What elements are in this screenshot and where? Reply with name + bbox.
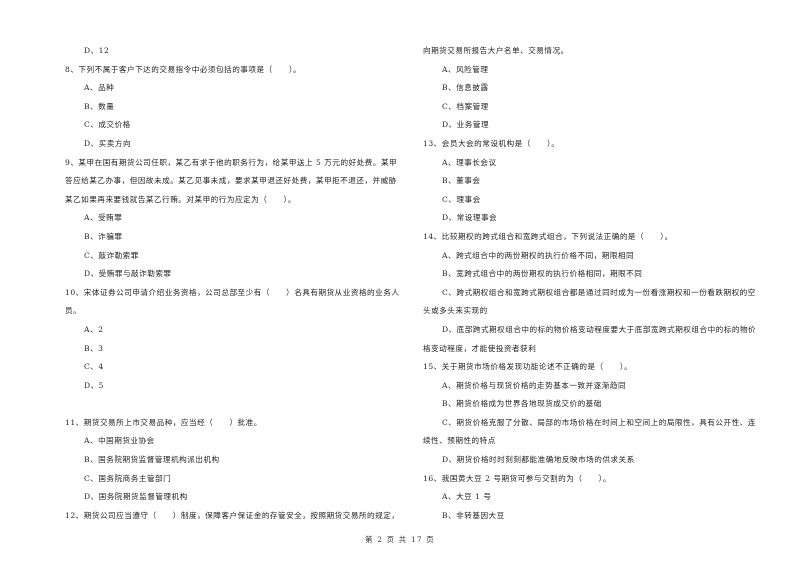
right-column: 向期货交易所报告大户名单、交易情况。 A、风险管理 B、信息披露 C、档案管理 D、业务… — [423, 42, 778, 525]
answer-option: B、3 — [84, 343, 104, 353]
answer-option: A、大豆 1 号 — [442, 492, 492, 502]
answer-option: D、期货价格时时刻刻都能准确地反映市场的供求关系 — [442, 455, 635, 465]
answer-option: B、国务院期货监督管理机构派出机构 — [84, 455, 220, 465]
page-number-footer: 第 2 页 共 17 页 — [365, 535, 435, 544]
answer-option: B、非转基因大豆 — [442, 510, 505, 520]
answer-option: C、敲诈勒索罪 — [84, 250, 139, 260]
answer-option: C、期货价格克服了分散、局部的市场价格在时间上和空间上的局限性，具有公开性、连 — [442, 417, 756, 427]
question-text: 13、会员大会的常设机构是（ ）。 — [423, 138, 560, 148]
answer-option: B、信息披露 — [442, 83, 489, 93]
question-text: 头或多头来实现的 — [423, 306, 488, 316]
question-text: 9、某甲在国有期货公司任职，某乙有求于他的职务行为，给某甲送上 5 万元的好处费… — [65, 157, 398, 167]
question-text: 续性、预期性的特点 — [423, 436, 496, 446]
answer-option: B、诈骗罪 — [84, 231, 123, 241]
answer-option: D、国务院期货监督管理机构 — [84, 492, 188, 502]
answer-option: A、风险管理 — [442, 64, 489, 74]
question-text: 15、关于期货市场价格发现功能论述不正确的是（ ）。 — [423, 362, 633, 372]
answer-option: A、2 — [84, 324, 104, 334]
answer-option: B、董事会 — [442, 176, 481, 186]
answer-option: C、跨式期权组合和宽跨式期权组合都是通过同时成为一份看涨期权和一份看跌期权的空 — [442, 287, 756, 297]
answer-option: B、数量 — [84, 101, 115, 111]
answer-option: D、受贿罪与敲诈勒索罪 — [84, 269, 172, 279]
question-text: 10、宋体证券公司申请介绍业务资格，公司总部至少有（ ）名具有期货从业资格的业务… — [65, 287, 400, 297]
answer-option: A、品种 — [84, 83, 115, 93]
question-text: 某乙如果再来要钱就告某乙行贿。对某甲的行为应定为（ ）。 — [65, 194, 296, 204]
question-text: 8、下列不属于客户下达的交易指令中必须包括的事项是（ ）。 — [65, 64, 302, 74]
answer-option: C、成交价格 — [84, 120, 131, 130]
question-text: 向期货交易所报告大户名单、交易情况。 — [423, 46, 569, 55]
answer-option: A、受贿罪 — [84, 213, 123, 223]
answer-option: C、国务院商务主管部门 — [84, 473, 172, 483]
answer-option: B、宽跨式组合中的两份期权的执行价格相同，期限不同 — [442, 269, 643, 279]
answer-option: D、业务管理 — [442, 120, 490, 130]
answer-option: C、档案管理 — [442, 101, 489, 111]
answer-option: D、12 — [84, 46, 110, 55]
question-text: 16、我国黄大豆 2 号期货可参与交割的为（ ）。 — [423, 473, 611, 483]
answer-option: D、底部跨式期权组合中的标的物价格变动程度要大于底部宽跨式期权组合中的标的物价 — [442, 324, 757, 334]
answer-option: C、4 — [84, 362, 104, 372]
document-page: D、12 8、下列不属于客户下达的交易指令中必须包括的事项是（ ）。 A、品种 B、数… — [0, 0, 800, 565]
answer-option: D、5 — [84, 380, 105, 390]
question-text: 12、期货公司应当遵守（ ）制度，保障客户保证金的存管安全，按照期货交易所的规定… — [65, 510, 400, 520]
answer-option: A、中国期货业协会 — [84, 436, 155, 446]
question-text: 格变动程度，才能使投资者获利 — [423, 343, 537, 353]
answer-option: C、理事会 — [442, 194, 481, 204]
question-text: 14、比较期权的跨式组合和宽跨式组合，下列说法正确的是（ ）。 — [423, 231, 673, 241]
answer-option: A、跨式组合中的两份期权的执行价格不同，期限相同 — [442, 250, 635, 260]
question-text: 11、期货交易所上市交易品种，应当经（ ）批准。 — [65, 417, 262, 427]
answer-option: D、买卖方向 — [84, 138, 132, 148]
answer-option: D、常设理事会 — [442, 213, 498, 223]
answer-option: B、期货价格成为世界各地现货成交价的基础 — [442, 399, 602, 409]
question-text: 员。 — [65, 306, 82, 316]
answer-option: A、期货价格与现货价格的走势基本一致并逐渐趋同 — [442, 380, 627, 390]
answer-option: A、理事长会议 — [442, 157, 497, 167]
left-column: D、12 8、下列不属于客户下达的交易指令中必须包括的事项是（ ）。 A、品种 B、数… — [65, 42, 420, 525]
question-text: 答应给某乙办事，但因故未成。某乙见事未成，要求某甲退还好处费，某甲拒不退还，并威… — [65, 176, 397, 186]
